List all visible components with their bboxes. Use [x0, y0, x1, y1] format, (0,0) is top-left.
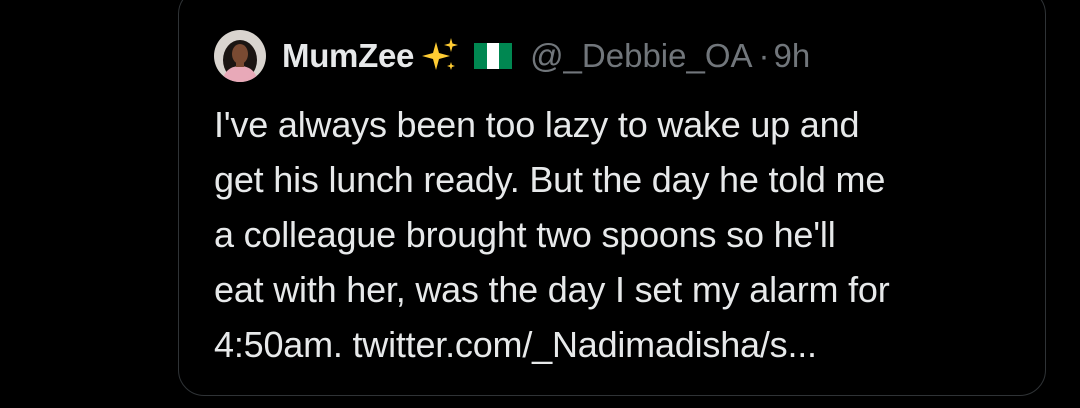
- tweet-text-last-line: 4:50am. twitter.com/_Nadimadisha/s...: [214, 317, 1024, 372]
- tweet-link[interactable]: twitter.com/_Nadimadisha/s...: [352, 324, 817, 365]
- tweet-text-segment: 4:50am.: [214, 324, 353, 365]
- author-handle[interactable]: @_Debbie_OA: [530, 37, 752, 75]
- tweet-text-line: get his lunch ready. But the day he told…: [214, 159, 886, 200]
- avatar[interactable]: [214, 30, 266, 82]
- quoted-tweet-header: MumZee @_Debbie_OA · 9h: [214, 30, 810, 82]
- nigeria-flag-icon: [474, 43, 513, 69]
- tweet-timestamp[interactable]: 9h: [774, 37, 811, 75]
- tweet-text-line: I've always been too lazy to wake up and: [214, 104, 860, 145]
- tweet-text: I've always been too lazy to wake up and…: [214, 97, 1024, 372]
- tweet-text-line: a colleague brought two spoons so he'll: [214, 214, 836, 255]
- tweet-text-line: eat with her, was the day I set my alarm…: [214, 269, 890, 310]
- separator-dot: ·: [758, 37, 770, 74]
- display-name[interactable]: MumZee: [282, 37, 414, 75]
- sparkles-icon: [420, 36, 460, 76]
